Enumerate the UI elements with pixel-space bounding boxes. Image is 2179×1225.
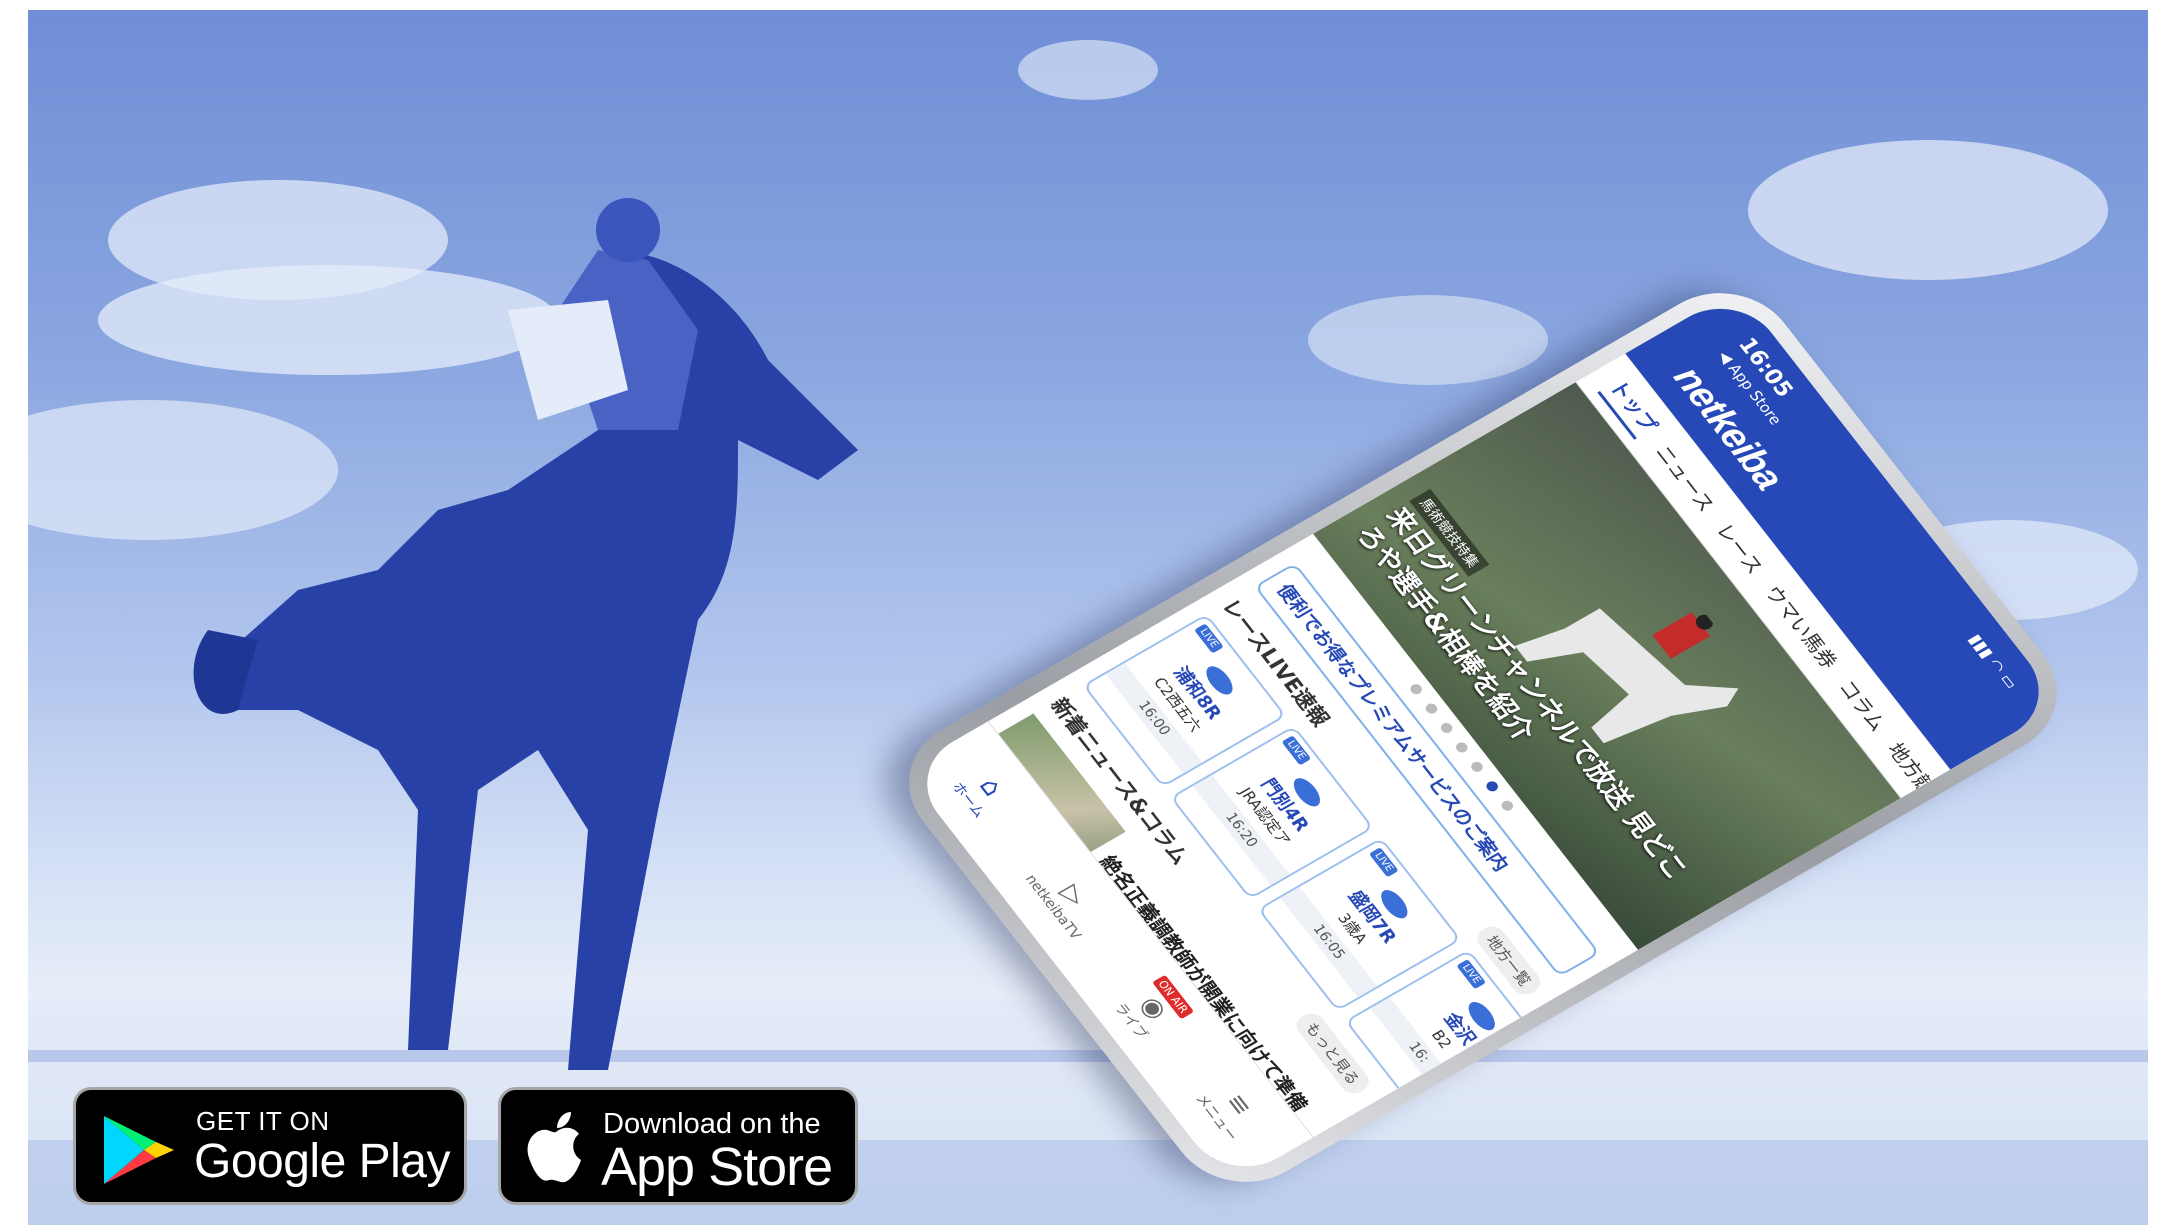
google-play-badge[interactable]: GET IT ON Google Play xyxy=(73,1087,467,1205)
app-store-badge[interactable]: Download on the App Store xyxy=(498,1087,858,1205)
jockey-horse-image xyxy=(193,198,858,1070)
google-play-icon xyxy=(104,1116,174,1184)
nav-menu[interactable]: ≡ メニュー xyxy=(1191,1075,1269,1144)
nav-netkeibatv[interactable]: ▷ netkeibaTV xyxy=(1022,857,1111,942)
google-play-big-text: Google Play xyxy=(194,1135,451,1188)
status-icons: ▮▮▮ ◠ ▭ xyxy=(1964,630,2022,693)
nav-home[interactable]: ⌂ ホーム xyxy=(947,763,1016,821)
apple-icon xyxy=(527,1112,581,1183)
live-badge: LIVE xyxy=(1194,623,1224,654)
nav-live[interactable]: ON AIR ◉ ライブ xyxy=(1108,974,1195,1044)
google-play-small-text: GET IT ON xyxy=(196,1106,330,1136)
live-badge: LIVE xyxy=(1456,959,1486,990)
live-badge: LIVE xyxy=(1368,847,1399,878)
promo-banner: 16:05 ◀ App Store ▮▮▮ ◠ ▭ netkeiba トップ ニ… xyxy=(28,10,2148,1225)
live-badge: LIVE xyxy=(1281,735,1312,766)
app-store-big-text: App Store xyxy=(601,1137,833,1197)
